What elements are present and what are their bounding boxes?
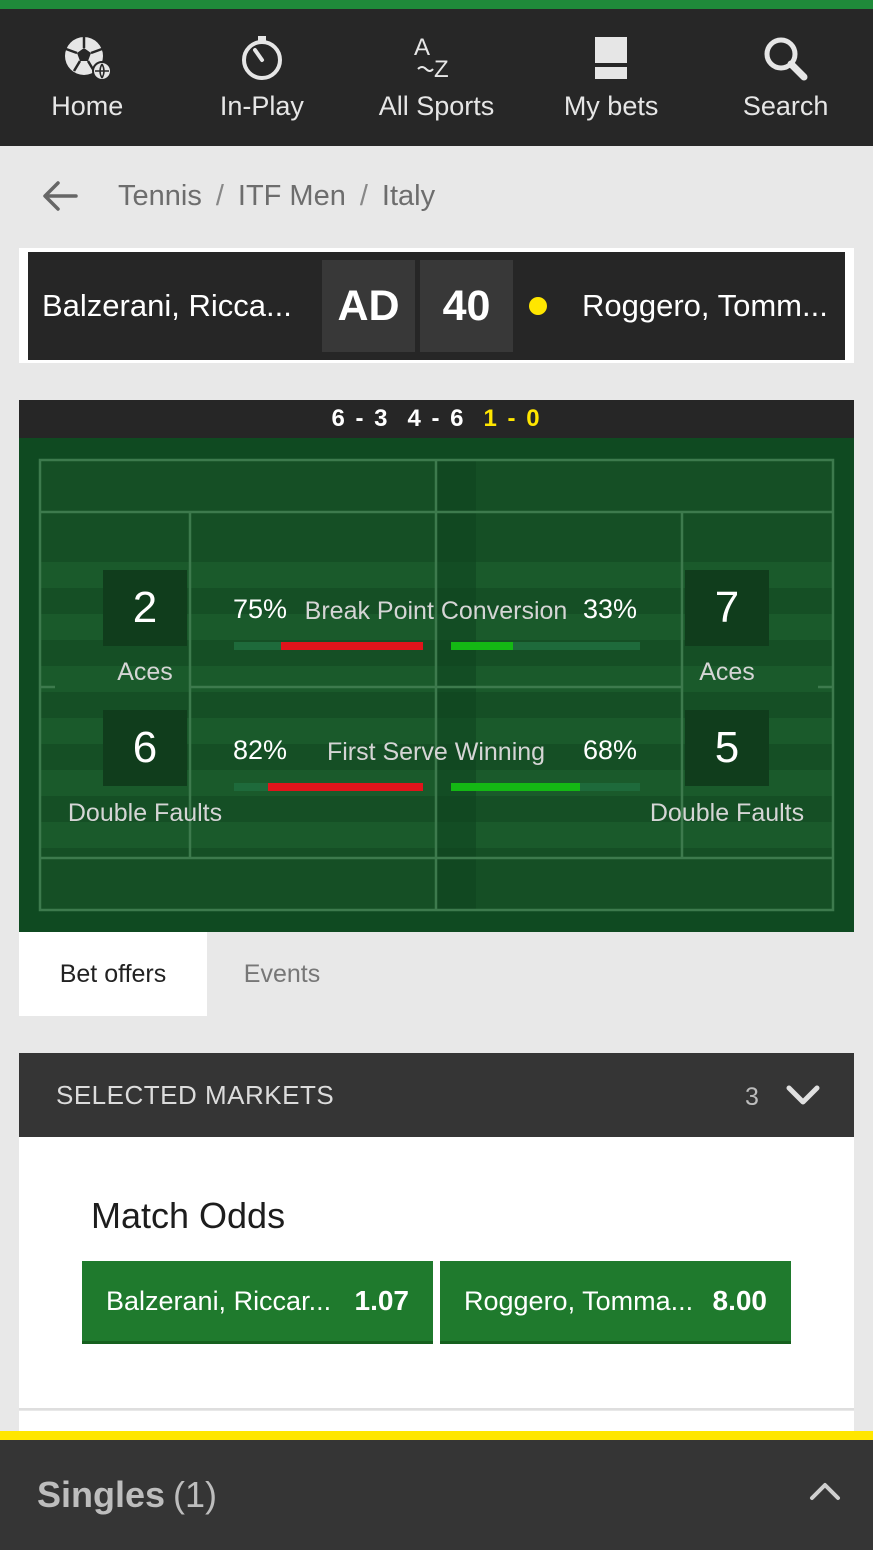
top-accent-bar	[0, 0, 873, 9]
nav-search[interactable]: Search	[698, 9, 873, 146]
nav-my-bets[interactable]: My bets	[524, 9, 699, 146]
soccer-ball-icon	[62, 23, 113, 93]
break-point-left-bar-fill	[281, 642, 423, 650]
match-odds-market: Match Odds Balzerani, Riccar... 1.07 Rog…	[19, 1137, 854, 1410]
first-serve-left-pct: 82%	[233, 735, 288, 765]
nav-all-sports[interactable]: A Z All Sports	[349, 9, 524, 146]
tab-events[interactable]: Events	[207, 932, 357, 1016]
nav-my-bets-label: My bets	[563, 91, 659, 121]
first-serve-left-bar	[234, 783, 423, 791]
chevron-down-icon[interactable]	[785, 1083, 821, 1112]
selected-markets-title: SELECTED MARKETS	[56, 1079, 335, 1110]
right-aces-value: 7	[685, 570, 769, 646]
match-stats-court: 6 - 3 4 - 6 1 - 0 2 Aces 6 Double Faults…	[19, 400, 854, 932]
set-scores: 6 - 3 4 - 6 1 - 0	[19, 400, 854, 438]
left-double-faults-value: 6	[103, 710, 187, 786]
left-aces-value: 2	[103, 570, 187, 646]
betslip-accent-bar	[0, 1431, 873, 1440]
tab-bet-offers[interactable]: Bet offers	[19, 932, 207, 1016]
left-aces-label: Aces	[117, 658, 173, 686]
nav-in-play[interactable]: In-Play	[175, 9, 350, 146]
selected-markets-header[interactable]: SELECTED MARKETS 3	[19, 1053, 854, 1137]
left-double-faults-label: Double Faults	[67, 799, 223, 827]
break-point-title: Break Point Conversion	[304, 597, 568, 625]
odds-button-player-left[interactable]: Balzerani, Riccar... 1.07	[82, 1261, 433, 1344]
breadcrumb-tennis[interactable]: Tennis	[118, 180, 202, 213]
main-nav: Home In-Play A Z All Sports My bets Sear…	[0, 9, 873, 146]
scoreboard-inner: Balzerani, Ricca... AD 40 Roggero, Tomm.…	[28, 252, 845, 360]
first-serve-right-bar	[451, 783, 640, 791]
breadcrumb: Tennis / ITF Men / Italy	[0, 146, 873, 246]
odds-button-player-right[interactable]: Roggero, Tomma... 8.00	[440, 1261, 791, 1344]
right-double-faults-label: Double Faults	[649, 799, 805, 827]
break-point-right-bar	[451, 642, 640, 650]
right-double-faults-value: 5	[685, 710, 769, 786]
set-1-score: 6 - 3	[331, 405, 390, 432]
stopwatch-icon	[238, 23, 286, 93]
content-tabs: Bet offers Events	[19, 932, 854, 1016]
betslip-bar[interactable]: Singles (1)	[0, 1440, 873, 1550]
chevron-up-icon[interactable]	[808, 1480, 842, 1507]
svg-text:A: A	[414, 34, 430, 61]
breadcrumb-itf-men[interactable]: ITF Men	[238, 180, 346, 213]
serving-indicator-icon	[529, 297, 547, 315]
nav-search-label: Search	[742, 91, 829, 121]
points-left: AD	[322, 260, 415, 352]
breadcrumb-separator: /	[359, 179, 368, 212]
nav-in-play-label: In-Play	[219, 91, 304, 121]
next-market-edge	[19, 1411, 854, 1431]
odds-price: 1.07	[354, 1285, 410, 1316]
break-point-right-bar-fill	[451, 642, 513, 650]
back-arrow-icon[interactable]	[42, 180, 78, 212]
odds-selection-name: Roggero, Tomma...	[464, 1285, 694, 1316]
first-serve-right-pct: 68%	[583, 735, 638, 765]
nav-home-label: Home	[51, 91, 124, 121]
first-serve-title: First Serve Winning	[326, 738, 546, 766]
odds-price: 8.00	[712, 1285, 768, 1316]
points-right: 40	[420, 260, 513, 352]
bet-slip-icon	[591, 23, 631, 93]
search-icon	[762, 23, 810, 93]
breadcrumb-separator: /	[215, 179, 224, 212]
first-serve-left-bar-fill	[268, 783, 423, 791]
break-point-left-pct: 75%	[233, 594, 288, 624]
breadcrumb-italy[interactable]: Italy	[382, 180, 435, 213]
right-aces-label: Aces	[699, 658, 755, 686]
nav-all-sports-label: All Sports	[378, 91, 495, 121]
set-3-score: 1 - 0	[483, 405, 542, 432]
player-left-name: Balzerani, Ricca...	[42, 288, 292, 323]
nav-home[interactable]: Home	[0, 9, 175, 146]
betslip-title: Singles	[37, 1474, 166, 1515]
a-z-icon: A Z	[412, 23, 460, 93]
match-odds-title: Match Odds	[91, 1195, 286, 1236]
svg-text:Z: Z	[434, 56, 449, 83]
player-right-name: Roggero, Tomm...	[582, 288, 828, 323]
first-serve-right-bar-fill	[451, 783, 580, 791]
selected-markets-count: 3	[745, 1083, 759, 1111]
scoreboard: Balzerani, Ricca... AD 40 Roggero, Tomm.…	[19, 248, 854, 363]
break-point-right-pct: 33%	[583, 594, 638, 624]
set-2-score: 4 - 6	[407, 405, 466, 432]
break-point-left-bar	[234, 642, 423, 650]
betslip-count: (1)	[173, 1474, 218, 1515]
odds-selection-name: Balzerani, Riccar...	[106, 1285, 332, 1316]
